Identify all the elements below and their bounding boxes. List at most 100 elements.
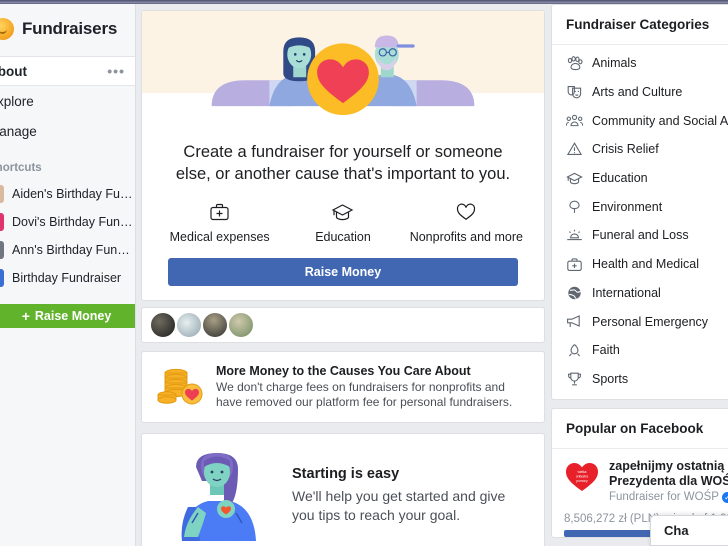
verified-badge-icon: ✓ [721,491,728,503]
category-sports[interactable]: Sports [552,365,728,394]
starting-is-easy-card: Starting is easy We'll help you get star… [141,433,545,546]
sidebar-item-label: Explore [0,93,34,109]
category-label: Community and Social Action [592,113,728,128]
easy-text-block: Starting is easy We'll help you get star… [292,466,528,525]
sidebar-item-explore[interactable]: Explore [0,86,135,116]
wosp-red-heart-icon: wielka orkiestra pomocy [564,459,600,493]
popular-subtitle: Fundraiser for WOŚP ✓ by [609,491,728,503]
plus-icon: + [21,308,30,324]
shortcut-label: Ann's Birthday Fundrai... [12,243,135,257]
chat-widget-button[interactable]: Cha [650,515,728,546]
category-label: Funeral and Loss [592,228,689,243]
shortcut-thumbnail-icon [0,269,4,287]
globe-icon [566,284,583,301]
sidebar-item-manage[interactable]: Manage [0,116,135,146]
fee-info-card: More Money to the Causes You Care About … [141,351,545,423]
category-international[interactable]: International [552,279,728,308]
theater-masks-icon [566,84,583,101]
avatar[interactable] [176,312,202,338]
woman-holding-heart-illustration [158,447,276,543]
category-animals[interactable]: Animals [552,49,728,78]
category-education[interactable]: Education [552,164,728,193]
shortcut-thumbnail-icon [0,213,4,231]
popular-title-line2: Prezydenta dla WOŚP [609,474,728,489]
fundraisers-logo-icon [0,18,14,40]
fee-title: More Money to the Causes You Care About [216,364,471,378]
hero-illustration-svg [142,11,544,125]
popular-subtitle-prefix: Fundraiser for WOŚP [609,491,719,504]
category-funeral-and-loss[interactable]: Funeral and Loss [552,221,728,250]
right-sidebar: Fundraiser Categories Animals Arts and C… [551,4,728,546]
ellipsis-icon[interactable]: ••• [107,64,125,78]
avatar[interactable] [202,312,228,338]
category-community-and-social-action[interactable]: Community and Social Action [552,106,728,135]
sidebar-raise-money-label: Raise Money [34,309,112,323]
feature-education[interactable]: Education [281,201,404,244]
main-column: Create a fundraiser for yourself or some… [141,4,545,546]
globe-svg [568,286,582,300]
feature-nonprofits[interactable]: Nonprofits and more [405,201,528,244]
hero-raise-money-button[interactable]: Raise Money [168,258,518,286]
coins-with-heart-icon [156,364,204,408]
sidebar-raise-money-button[interactable]: + Raise Money [0,304,135,328]
category-label: Environment [592,199,663,214]
avatar[interactable] [228,312,254,338]
warning-triangle-icon [566,141,583,158]
trophy-icon [566,370,583,387]
category-label: Health and Medical [592,257,700,272]
tree-icon [566,198,583,215]
feature-medical[interactable]: Medical expenses [158,201,281,244]
people-group-icon [566,112,583,129]
graduation-cap-icon [331,201,354,223]
sidebar-item-label: Manage [0,123,37,139]
popular-fundraiser-item[interactable]: wielka orkiestra pomocy zapełnijmy ostat… [564,459,728,503]
feature-row: Medical expenses Education Nonprofits an… [142,187,544,248]
easy-body: We'll help you get started and give you … [292,487,506,523]
category-health-and-medical[interactable]: Health and Medical [552,250,728,279]
category-label: Personal Emergency [592,314,709,329]
megaphone-icon [566,313,583,330]
fee-text-block: More Money to the Causes You Care About … [216,364,530,410]
left-sidebar: Fundraisers About ••• Explore Manage Sho… [0,4,136,546]
avatar[interactable] [150,312,176,338]
category-label: Arts and Culture [592,85,683,100]
shortcut-item[interactable]: Dovi's Birthday Fundrai... [0,208,135,236]
medical-kit-icon [209,201,230,223]
categories-title: Fundraiser Categories [552,5,728,45]
svg-text:wielka: wielka [578,470,587,474]
sidebar-item-about[interactable]: About ••• [0,56,135,86]
category-arts-and-culture[interactable]: Arts and Culture [552,78,728,107]
sidebar-header: Fundraisers [0,4,135,54]
category-crisis-relief[interactable]: Crisis Relief [552,135,728,164]
popular-title-line1: zapełnijmy ostatnią pus [609,459,728,474]
category-environment[interactable]: Environment [552,192,728,221]
popular-title: Popular on Facebook [552,409,728,450]
category-personal-emergency[interactable]: Personal Emergency [552,307,728,336]
shortcut-item[interactable]: Birthday Fundraiser [0,264,135,292]
category-label: International [592,285,661,300]
sidebar-item-label: About [0,63,27,79]
shortcuts-heading: Shortcuts [0,162,42,174]
feature-label: Education [315,230,371,244]
category-label: Sports [592,371,629,386]
feature-label: Nonprofits and more [409,230,523,244]
svg-text:pomocy: pomocy [576,479,588,483]
svg-text:orkiestra: orkiestra [576,475,588,479]
shortcut-thumbnail-icon [0,185,4,203]
category-label: Crisis Relief [592,142,659,157]
heart-outline-icon [455,201,477,223]
popular-text-block: zapełnijmy ostatnią pus Prezydenta dla W… [609,459,728,503]
sidebar-title: Fundraisers [22,19,118,38]
category-label: Faith [592,343,620,358]
page-root: Fundraisers About ••• Explore Manage Sho… [0,0,728,546]
shortcut-label: Dovi's Birthday Fundrai... [12,215,135,229]
category-label: Education [592,171,648,186]
shortcut-item[interactable]: Ann's Birthday Fundrai... [0,236,135,264]
coins-svg [157,368,203,405]
shortcut-item[interactable]: Aiden's Birthday Fundr... [0,180,135,208]
fundraiser-categories-panel: Fundraiser Categories Animals Arts and C… [551,4,728,401]
category-faith[interactable]: Faith [552,336,728,365]
shortcut-thumbnail-icon [0,241,4,259]
hero-card: Create a fundraiser for yourself or some… [141,10,545,301]
sidebar-nav: About ••• Explore Manage [0,56,135,146]
